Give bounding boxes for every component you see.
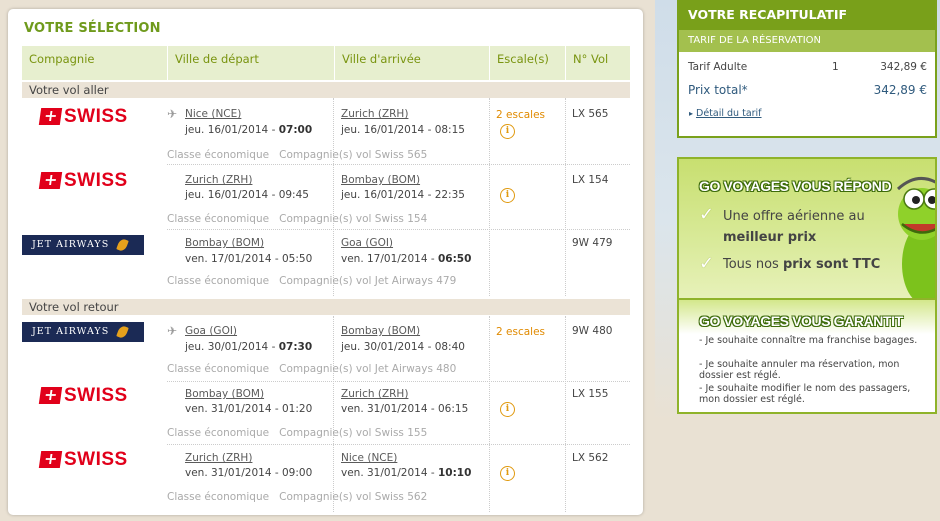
header-airline: Compagnie: [29, 52, 95, 66]
total-price-label: Prix total*: [688, 83, 748, 97]
departure-city-link[interactable]: Zurich (ZRH): [185, 174, 252, 187]
plane-icon: ✈: [167, 107, 178, 121]
arrival-city-link[interactable]: Nice (NCE): [341, 452, 397, 465]
flight-number: 9W 479: [572, 237, 613, 249]
header-departure: Ville de départ: [167, 46, 334, 80]
info-icon[interactable]: i: [500, 188, 515, 203]
table-header: Compagnie Ville de départ Ville d'arrivé…: [22, 46, 630, 80]
promo-respond-box: GO VOYAGES VOUS RÉPOND ✓ Une offre aérie…: [677, 157, 937, 300]
arrival-datetime: jeu. 16/01/2014 - 08:15: [341, 124, 465, 136]
fare-detail-link[interactable]: ▸ Détail du tarif: [689, 108, 762, 119]
arrival-datetime: jeu. 30/01/2014 - 08:40: [341, 341, 465, 353]
frog-mascot-icon: [896, 177, 935, 298]
plane-icon: ✈: [167, 324, 178, 338]
row-separator: [167, 229, 630, 230]
chevron-right-icon: ▸: [689, 109, 694, 118]
stops-link[interactable]: 2 escales: [496, 326, 545, 339]
fare-class: Classe économique Compagnie(s) vol Swiss…: [167, 427, 428, 439]
arrival-city-link[interactable]: Zurich (ZRH): [341, 388, 408, 401]
flight-number: LX 565: [572, 108, 609, 120]
departure-city-link[interactable]: Zurich (ZRH): [185, 452, 252, 465]
departure-datetime: jeu. 16/01/2014 - 09:45: [185, 189, 309, 201]
arrival-datetime: ven. 31/01/2014 - 06:15: [341, 403, 469, 415]
outbound-section-label: Votre vol aller: [22, 82, 630, 98]
fare-class: Classe économique Compagnie(s) vol Swiss…: [167, 149, 428, 161]
flight-row: JET AIRWAYS Bombay (BOM) ven. 17/01/2014…: [22, 231, 630, 297]
fare-class: Classe économique Compagnie(s) vol Jet A…: [167, 363, 457, 375]
info-icon[interactable]: i: [500, 124, 515, 139]
departure-city-link[interactable]: Nice (NCE): [185, 108, 241, 121]
flight-row: + SWISS Zurich (ZRH) ven. 31/01/2014 - 09…: [22, 446, 630, 511]
promo-line-1b: meilleur prix: [723, 230, 817, 245]
swiss-logo: + SWISS: [38, 385, 127, 407]
header-flight-number: N° Vol: [565, 46, 630, 80]
arrival-datetime: jeu. 16/01/2014 - 22:35: [341, 189, 465, 201]
flight-number: LX 154: [572, 174, 609, 186]
row-separator: [167, 444, 630, 445]
promo-line-1a: Une offre aérienne au: [723, 209, 865, 224]
checkmark-icon: ✓: [699, 204, 715, 225]
arrival-datetime: ven. 31/01/2014 - 10:10: [341, 467, 472, 479]
row-separator: [167, 164, 630, 165]
arrival-city-link[interactable]: Bombay (BOM): [341, 325, 420, 338]
departure-datetime: ven. 17/01/2014 - 05:50: [185, 253, 313, 265]
selection-title: VOTRE SÉLECTION: [24, 21, 161, 36]
fare-class: Classe économique Compagnie(s) vol Jet A…: [167, 275, 457, 287]
arrival-city-link[interactable]: Goa (GOI): [341, 237, 393, 250]
adult-fare-label: Tarif Adulte: [688, 61, 748, 73]
swiss-logo: + SWISS: [38, 449, 127, 471]
flight-number: LX 155: [572, 388, 609, 400]
flight-row: + SWISS Bombay (BOM) ven. 31/01/2014 - 01…: [22, 383, 630, 444]
guarantee-item: - Je souhaite annuler ma réservation, mo…: [699, 359, 900, 381]
stops-link[interactable]: 2 escales: [496, 109, 545, 122]
header-stops: Escale(s): [489, 46, 565, 80]
adult-fare-price: 342,89 €: [880, 61, 927, 73]
swiss-logo: + SWISS: [38, 106, 127, 128]
flight-row: + SWISS ✈ Nice (NCE) jeu. 16/01/2014 - 07…: [22, 100, 630, 164]
total-price-value: 342,89 €: [873, 83, 927, 97]
recap-title: VOTRE RECAPITULATIF: [679, 0, 935, 30]
flight-number: 9W 480: [572, 325, 613, 337]
promo-guarantee-box: GO VOYAGES VOUS GARANTIT - Je souhaite c…: [677, 300, 937, 414]
info-icon[interactable]: i: [500, 402, 515, 417]
jet-airways-logo: JET AIRWAYS: [22, 235, 144, 255]
promo-respond-title: GO VOYAGES VOUS RÉPOND: [699, 178, 892, 194]
fare-class: Classe économique Compagnie(s) vol Swiss…: [167, 491, 428, 503]
return-section-label: Votre vol retour: [22, 299, 630, 315]
promo-line-2: Tous nos prix sont TTC: [723, 257, 881, 272]
adult-fare-quantity: 1: [832, 61, 839, 73]
arrival-city-link[interactable]: Bombay (BOM): [341, 174, 420, 187]
departure-city-link[interactable]: Bombay (BOM): [185, 237, 264, 250]
departure-datetime: jeu. 30/01/2014 - 07:30: [185, 341, 313, 353]
fare-class: Classe économique Compagnie(s) vol Swiss…: [167, 213, 428, 225]
row-separator: [167, 381, 630, 382]
recap-subtitle: TARIF DE LA RÉSERVATION: [679, 30, 935, 52]
header-arrival: Ville d'arrivée: [334, 46, 489, 80]
flight-number: LX 562: [572, 452, 609, 464]
promo-guarantee-title: GO VOYAGES VOUS GARANTIT: [699, 313, 903, 329]
flight-row: JET AIRWAYS ✈ Goa (GOI) jeu. 30/01/2014 …: [22, 318, 630, 381]
departure-city-link[interactable]: Bombay (BOM): [185, 388, 264, 401]
swiss-logo: + SWISS: [38, 170, 127, 192]
arrival-city-link[interactable]: Zurich (ZRH): [341, 108, 408, 121]
departure-datetime: ven. 31/01/2014 - 09:00: [185, 467, 313, 479]
guarantee-item: - Je souhaite modifier le nom des passag…: [699, 383, 911, 405]
jet-airways-logo: JET AIRWAYS: [22, 322, 144, 342]
departure-datetime: jeu. 16/01/2014 - 07:00: [185, 124, 313, 136]
departure-city-link[interactable]: Goa (GOI): [185, 325, 237, 338]
guarantee-item: - Je souhaite connaître ma franchise bag…: [699, 335, 918, 346]
info-icon[interactable]: i: [500, 466, 515, 481]
arrival-datetime: ven. 17/01/2014 - 06:50: [341, 253, 472, 265]
flight-row: + SWISS Zurich (ZRH) jeu. 16/01/2014 - 09…: [22, 166, 630, 229]
checkmark-icon: ✓: [699, 253, 715, 274]
departure-datetime: ven. 31/01/2014 - 01:20: [185, 403, 313, 415]
recap-box: VOTRE RECAPITULATIF TARIF DE LA RÉSERVAT…: [677, 0, 937, 138]
